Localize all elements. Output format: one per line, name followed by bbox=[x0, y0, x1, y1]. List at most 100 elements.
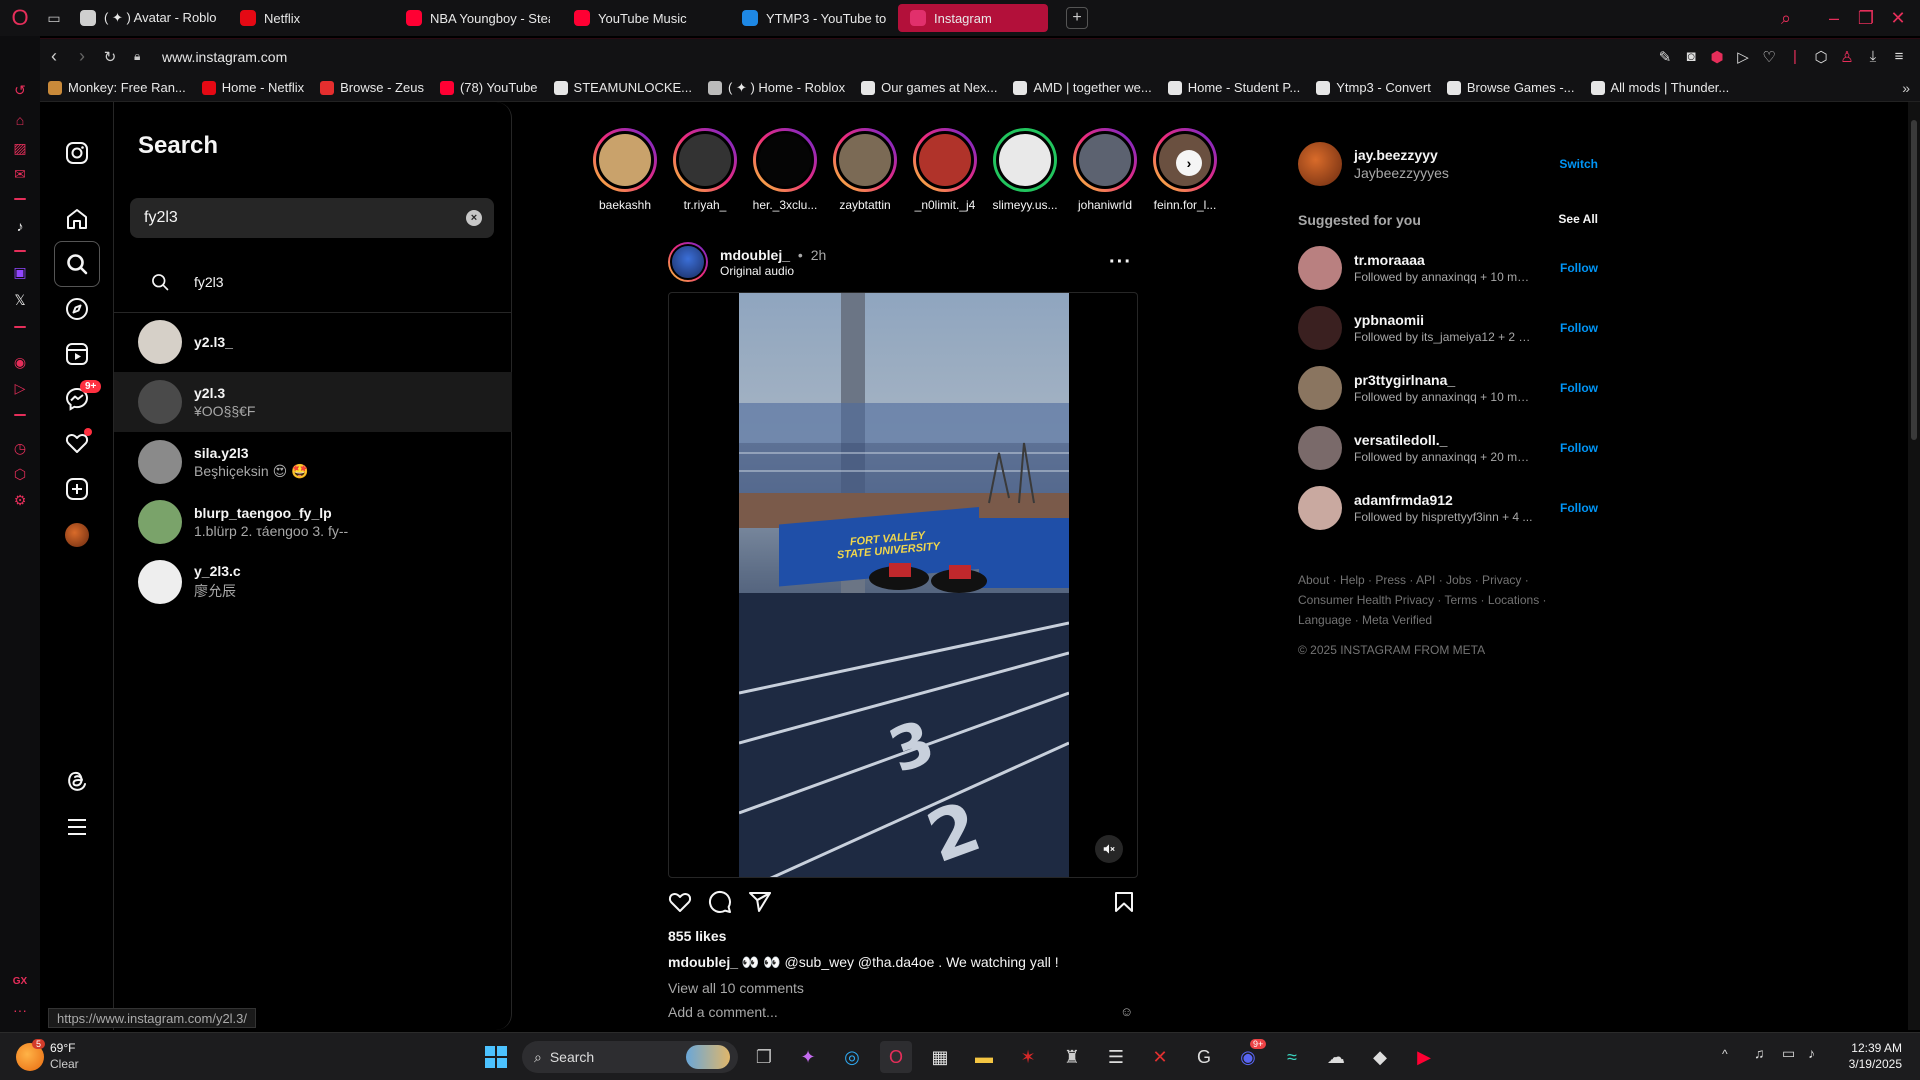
suggested-avatar[interactable] bbox=[1298, 306, 1342, 350]
story-item[interactable]: her._3xclu... bbox=[745, 128, 825, 212]
browser-tab[interactable]: Netflix bbox=[228, 4, 382, 32]
post-username[interactable]: mdoublej_ bbox=[720, 247, 790, 263]
account-avatar[interactable] bbox=[1298, 142, 1342, 186]
settings-icon[interactable]: ⚙ bbox=[8, 492, 32, 512]
edit-icon[interactable]: ✎ bbox=[1652, 48, 1678, 66]
windows-start-icon[interactable] bbox=[480, 1041, 512, 1073]
heart-icon[interactable]: ♡ bbox=[1756, 48, 1782, 66]
camera-icon[interactable]: ◙ bbox=[1678, 48, 1704, 65]
adblock-icon[interactable]: ⬢ bbox=[1704, 48, 1730, 66]
search-nav-icon[interactable] bbox=[54, 241, 100, 287]
g-hub-icon[interactable]: G bbox=[1188, 1041, 1220, 1073]
footer-line-3[interactable]: Language · Meta Verified bbox=[1298, 610, 1598, 630]
user-result[interactable]: y2.l3_ bbox=[114, 312, 512, 372]
history-icon[interactable]: ◷ bbox=[8, 440, 32, 460]
more-bookmarks-icon[interactable]: » bbox=[1902, 80, 1910, 96]
menu-icon[interactable]: ≡ bbox=[1886, 48, 1912, 65]
opera-logo-icon[interactable]: O bbox=[0, 5, 40, 31]
follow-button[interactable]: Follow bbox=[1560, 441, 1598, 455]
story-item[interactable]: slimeyy.us... bbox=[985, 128, 1065, 212]
browser-tab[interactable]: YTMP3 - YouTube to MP3 bbox=[730, 4, 886, 32]
task-view-icon[interactable]: ❐ bbox=[748, 1041, 780, 1073]
stories-next-button[interactable]: › bbox=[1176, 150, 1202, 176]
minimize-button[interactable]: – bbox=[1818, 8, 1850, 29]
back-button[interactable]: ‹ bbox=[40, 46, 68, 67]
suggested-avatar[interactable] bbox=[1298, 486, 1342, 530]
suggested-username[interactable]: tr.moraaaa bbox=[1354, 252, 1534, 268]
keyword-result[interactable]: fy2l3 bbox=[114, 252, 512, 312]
threads-icon[interactable] bbox=[54, 758, 100, 804]
bookmark-item[interactable]: Browse Games -... bbox=[1439, 80, 1583, 95]
post-options-icon[interactable]: ··· bbox=[1109, 251, 1132, 274]
home-icon[interactable] bbox=[54, 196, 100, 242]
youtube-app-icon[interactable]: ▶ bbox=[1408, 1041, 1440, 1073]
game-app-icon[interactable]: ✶ bbox=[1012, 1041, 1044, 1073]
mute-button[interactable] bbox=[1095, 835, 1123, 863]
profile-icon[interactable]: ♙ bbox=[1834, 48, 1860, 66]
bookmark-item[interactable]: All mods | Thunder... bbox=[1583, 80, 1738, 95]
footer-line-2[interactable]: Consumer Health Privacy · Terms · Locati… bbox=[1298, 590, 1598, 610]
post-media[interactable]: 3 2 FORT VALLEY STATE UNIVERSITY bbox=[668, 292, 1138, 878]
user-result[interactable]: y2l.3 ¥OO§§€F bbox=[114, 372, 512, 432]
switch-account-link[interactable]: Switch bbox=[1559, 157, 1598, 171]
see-all-link[interactable]: See All bbox=[1558, 212, 1598, 226]
post-avatar[interactable] bbox=[668, 242, 708, 282]
stack-app-icon[interactable]: ☰ bbox=[1100, 1041, 1132, 1073]
share-icon[interactable] bbox=[748, 890, 772, 917]
search-input[interactable] bbox=[142, 208, 442, 228]
cloud-app-icon[interactable]: ☁ bbox=[1320, 1041, 1352, 1073]
taskbar-search[interactable]: ⌕ Search bbox=[522, 1041, 738, 1073]
save-icon[interactable] bbox=[1112, 890, 1136, 917]
weather-temp[interactable]: 69°F bbox=[50, 1041, 75, 1055]
suggested-username[interactable]: pr3ttygirlnana_ bbox=[1354, 372, 1534, 388]
story-item[interactable]: johaniwrld bbox=[1065, 128, 1145, 212]
footer-line-1[interactable]: About · Help · Press · API · Jobs · Priv… bbox=[1298, 570, 1598, 590]
follow-button[interactable]: Follow bbox=[1560, 501, 1598, 515]
more-menu-icon[interactable] bbox=[54, 804, 100, 850]
view-comments-link[interactable]: View all 10 comments bbox=[668, 980, 804, 996]
account-username[interactable]: jay.beezzyyy bbox=[1354, 147, 1534, 163]
search-tabs-icon[interactable]: ⌕ bbox=[1770, 8, 1802, 29]
maximize-button[interactable]: ❐ bbox=[1850, 8, 1882, 29]
gmail-icon[interactable]: ✉ bbox=[8, 166, 32, 186]
suggested-username[interactable]: ypbnaomii bbox=[1354, 312, 1534, 328]
x-twitter-icon[interactable]: 𝕏 bbox=[8, 292, 32, 312]
caption-username[interactable]: mdoublej_ bbox=[668, 954, 738, 970]
user-result[interactable]: y_2l3.c 廖允辰 bbox=[114, 552, 512, 612]
browser-tab[interactable]: YouTube Music bbox=[562, 4, 718, 32]
tiktok-icon[interactable]: ♪ bbox=[8, 218, 32, 238]
microphone-icon[interactable]: ♫ bbox=[1754, 1045, 1765, 1061]
bookmark-item[interactable]: Monkey: Free Ran... bbox=[40, 80, 194, 95]
url-field[interactable]: www.instagram.com bbox=[162, 49, 287, 65]
story-item[interactable]: _n0limit._j4 bbox=[905, 128, 985, 212]
suggested-username[interactable]: adamfrmda912 bbox=[1354, 492, 1534, 508]
cube-icon[interactable]: ⬡ bbox=[1808, 48, 1834, 66]
add-comment-input[interactable]: Add a comment... bbox=[668, 1004, 778, 1020]
story-item[interactable]: tr.riyah_ bbox=[665, 128, 745, 212]
comment-icon[interactable] bbox=[708, 890, 732, 917]
browser-tab[interactable]: ( ✦ ) Avatar - Roblox bbox=[68, 4, 216, 32]
clock-date[interactable]: 3/19/2025 bbox=[1836, 1057, 1902, 1071]
copilot-icon[interactable]: ✦ bbox=[792, 1041, 824, 1073]
bookmark-item[interactable]: AMD | together we... bbox=[1005, 80, 1159, 95]
user-result[interactable]: blurp_taengoo_fy_lp 1.blürp 2. τáengoo 3.… bbox=[114, 492, 512, 552]
store-icon[interactable]: ▦ bbox=[924, 1041, 956, 1073]
x-app-icon[interactable]: ✕ bbox=[1144, 1041, 1176, 1073]
bookmark-item[interactable]: (78) YouTube bbox=[432, 80, 546, 95]
audio-app-icon[interactable]: ≈ bbox=[1276, 1041, 1308, 1073]
extensions-icon[interactable]: ⬡ bbox=[8, 466, 32, 486]
reels-icon[interactable] bbox=[54, 331, 100, 377]
instagram-logo-icon[interactable] bbox=[54, 130, 100, 176]
gx-icon[interactable]: GX bbox=[8, 976, 32, 996]
suggested-avatar[interactable] bbox=[1298, 246, 1342, 290]
page-scrollbar[interactable] bbox=[1908, 102, 1920, 1030]
close-window-button[interactable]: ✕ bbox=[1882, 8, 1914, 29]
tab-manager-icon[interactable]: ▭ bbox=[40, 10, 68, 27]
like-icon[interactable] bbox=[668, 890, 692, 917]
messenger-icon[interactable]: ▷ bbox=[8, 380, 32, 400]
player-icon[interactable]: ◉ bbox=[8, 354, 32, 374]
suggested-avatar[interactable] bbox=[1298, 426, 1342, 470]
emoji-icon[interactable]: ☺ bbox=[1120, 1004, 1133, 1019]
browser-tab[interactable]: NBA Youngboy - Stealing bbox=[394, 4, 550, 32]
send-icon[interactable]: ▷ bbox=[1730, 48, 1756, 66]
